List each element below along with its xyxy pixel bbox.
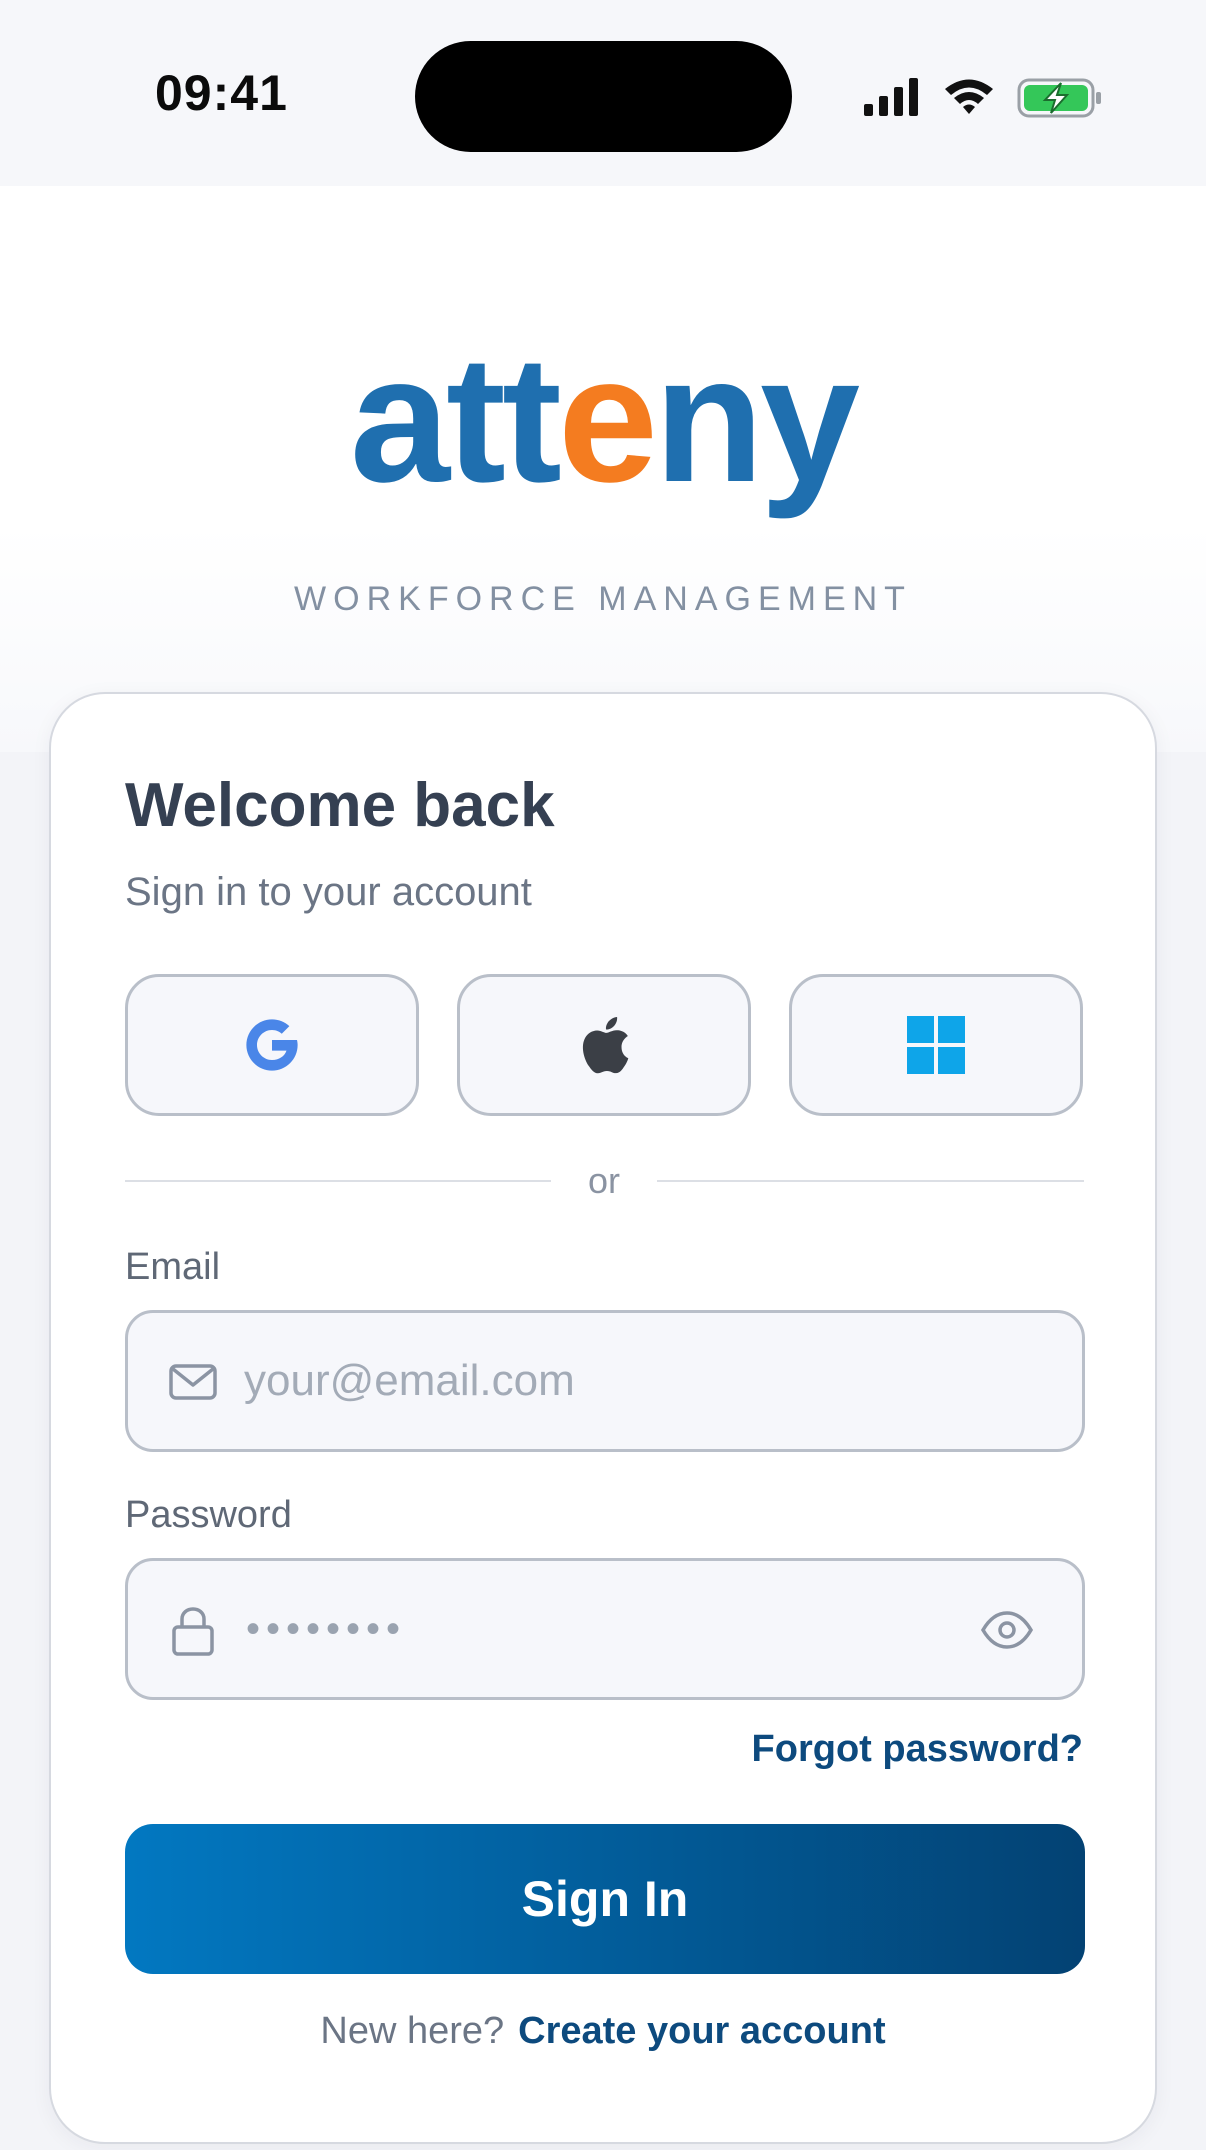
google-sign-in-button[interactable] bbox=[125, 974, 419, 1116]
microsoft-sign-in-button[interactable] bbox=[789, 974, 1083, 1116]
divider-line bbox=[657, 1180, 1084, 1182]
battery-charging-icon bbox=[1017, 78, 1101, 118]
password-input[interactable]: •••••••• bbox=[246, 1609, 406, 1649]
apple-icon bbox=[582, 1016, 629, 1074]
lock-icon bbox=[172, 1607, 214, 1656]
brand-logo: atteny bbox=[349, 319, 860, 520]
email-field[interactable] bbox=[125, 1310, 1085, 1452]
status-bar: 09:41 bbox=[0, 0, 1206, 186]
password-label: Password bbox=[125, 1494, 292, 1536]
email-input[interactable] bbox=[244, 1313, 984, 1449]
divider-text: or bbox=[587, 1160, 620, 1201]
create-account-link[interactable]: Create your account bbox=[518, 2010, 885, 2052]
forgot-password-link[interactable]: Forgot password? bbox=[752, 1728, 1083, 1771]
microsoft-icon bbox=[907, 1016, 965, 1074]
sign-in-button[interactable]: Sign In bbox=[125, 1824, 1085, 1974]
status-time: 09:41 bbox=[155, 65, 288, 121]
new-here-text: New here? bbox=[320, 2010, 505, 2052]
card-subtitle: Sign in to your account bbox=[125, 870, 532, 914]
divider-line bbox=[125, 1180, 551, 1182]
dynamic-island bbox=[415, 41, 792, 152]
signal-icon bbox=[864, 78, 918, 116]
create-account-row: New here? Create your account bbox=[51, 2010, 1155, 2053]
password-field[interactable]: •••••••• bbox=[125, 1558, 1085, 1700]
eye-icon[interactable] bbox=[980, 1605, 1034, 1655]
wifi-icon bbox=[945, 79, 993, 114]
google-icon bbox=[246, 1019, 298, 1071]
sign-in-card: Welcome back Sign in to your account or … bbox=[49, 692, 1157, 2144]
mail-icon bbox=[169, 1364, 217, 1400]
brand-tagline: WORKFORCE MANAGEMENT bbox=[294, 580, 912, 618]
card-title: Welcome back bbox=[125, 771, 555, 840]
apple-sign-in-button[interactable] bbox=[457, 974, 751, 1116]
email-label: Email bbox=[125, 1246, 221, 1288]
